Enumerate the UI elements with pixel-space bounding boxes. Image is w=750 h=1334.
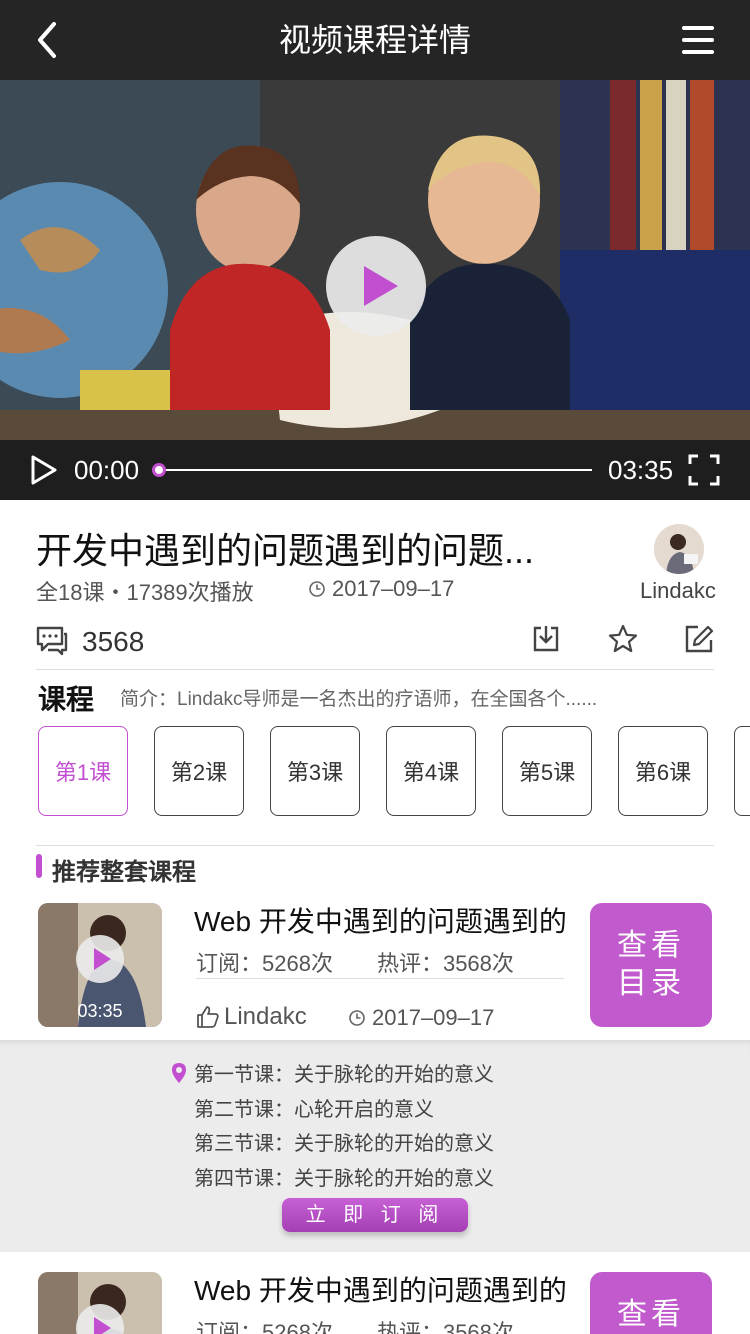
view-catalog-line1: 查看 (617, 1298, 685, 1331)
location-pin-icon (172, 1063, 186, 1083)
lesson-button[interactable]: 第1课 (38, 726, 128, 816)
card-thumbnail[interactable]: 03:35 (38, 903, 162, 1027)
lesson-button[interactable]: 第3课 (270, 726, 360, 816)
course-meta: 全18课・17389次播放 (36, 580, 254, 605)
subscribe-count: 订阅：5268次 (196, 951, 333, 976)
page-title: 视频课程详情 (278, 22, 471, 58)
fullscreen-icon[interactable] (688, 454, 720, 486)
progress-knob[interactable] (152, 463, 166, 477)
card-play-button[interactable] (76, 935, 124, 983)
subscribe-button[interactable]: 立 即 订 阅 (282, 1198, 468, 1232)
catalog-line[interactable]: 第三节课：关于脉轮的开始的意义 (194, 1127, 494, 1162)
lesson-button[interactable]: 第5课 (502, 726, 592, 816)
view-catalog-button[interactable]: 查看 (590, 1272, 712, 1334)
play-icon (94, 1317, 111, 1334)
download-icon[interactable] (532, 624, 560, 654)
view-catalog-line1: 查看 (617, 929, 685, 962)
lesson-button[interactable]: 第6课 (618, 726, 708, 816)
divider (36, 845, 714, 846)
card-stats: 订阅：5268次 热评：3568次 (196, 1315, 514, 1334)
lesson-list: 第1课 第2课 第3课 第4课 第5课 第6课 (38, 726, 750, 816)
recommend-title: 推荐整套课程 (52, 859, 196, 886)
author-name[interactable]: Lindakc (640, 578, 716, 604)
course-date: 2017–09–17 (308, 576, 454, 602)
course-date-text: 2017–09–17 (332, 576, 455, 601)
course-intro[interactable]: 简介：Lindakc导师是一名杰出的疗语师，在全国各个...... (120, 684, 597, 711)
stats-row: 3568 (36, 620, 714, 670)
view-catalog-line2: 目录 (617, 967, 685, 1000)
play-icon (364, 266, 398, 306)
menu-icon[interactable] (682, 26, 714, 56)
catalog-line[interactable]: 第二节课：心轮开启的意义 (194, 1093, 494, 1128)
edit-icon[interactable] (684, 624, 714, 654)
video-controls: 00:00 03:35 (0, 440, 750, 500)
card-stats: 订阅：5268次 热评：3568次 (196, 946, 514, 978)
view-catalog-button[interactable]: 查看 目录 (590, 903, 712, 1027)
lesson-button[interactable]: 第2课 (154, 726, 244, 816)
catalog-lines: 第一节课：关于脉轮的开始的意义 第二节课：心轮开启的意义 第三节课：关于脉轮的开… (194, 1058, 494, 1196)
card-date-text: 2017–09–17 (372, 1005, 495, 1030)
comment-count: 3568 (82, 626, 145, 657)
course-title: 开发中遇到的问题遇到的问题... (36, 530, 535, 571)
play-button[interactable] (326, 236, 426, 336)
card-author: Lindakc (196, 1003, 307, 1031)
catalog-line[interactable]: 第四节课：关于脉轮的开始的意义 (194, 1162, 494, 1197)
section-accent-bar (36, 854, 42, 878)
catalog-panel: 第一节课：关于脉轮的开始的意义 第二节课：心轮开启的意义 第三节课：关于脉轮的开… (0, 1040, 750, 1252)
star-icon[interactable] (608, 624, 638, 654)
hot-comment-count: 热评：3568次 (376, 1320, 514, 1334)
progress-track[interactable] (158, 469, 592, 471)
duration: 03:35 (608, 455, 674, 485)
play-icon[interactable] (30, 454, 58, 486)
lesson-button-overflow[interactable] (734, 726, 750, 816)
clock-icon (349, 1010, 365, 1026)
clock-icon (309, 581, 325, 597)
thumbs-up-icon[interactable] (196, 1005, 220, 1029)
top-navigation-bar: 视频课程详情 (0, 0, 750, 80)
subscribe-count: 订阅：5268次 (196, 1320, 333, 1334)
play-icon (94, 948, 111, 970)
card-author-name: Lindakc (224, 1003, 307, 1030)
video-player[interactable]: 00:00 03:35 (0, 80, 750, 500)
comment-icon[interactable] (36, 626, 68, 656)
catalog-line[interactable]: 第一节课：关于脉轮的开始的意义 (194, 1058, 494, 1093)
card-title[interactable]: Web 开发中遇到的问题遇到的 (194, 1269, 567, 1309)
avatar[interactable] (654, 524, 704, 574)
hot-comment-count: 热评：3568次 (376, 951, 514, 976)
current-time: 00:00 (74, 455, 140, 485)
divider (196, 978, 564, 979)
card-title[interactable]: Web 开发中遇到的问题遇到的 (194, 900, 567, 940)
card-thumbnail[interactable] (38, 1272, 162, 1334)
card-date: 2017–09–17 (348, 1005, 494, 1031)
lesson-button[interactable]: 第4课 (386, 726, 476, 816)
card-duration: 03:35 (77, 1001, 123, 1021)
syllabus-label: 课程 (38, 684, 95, 715)
